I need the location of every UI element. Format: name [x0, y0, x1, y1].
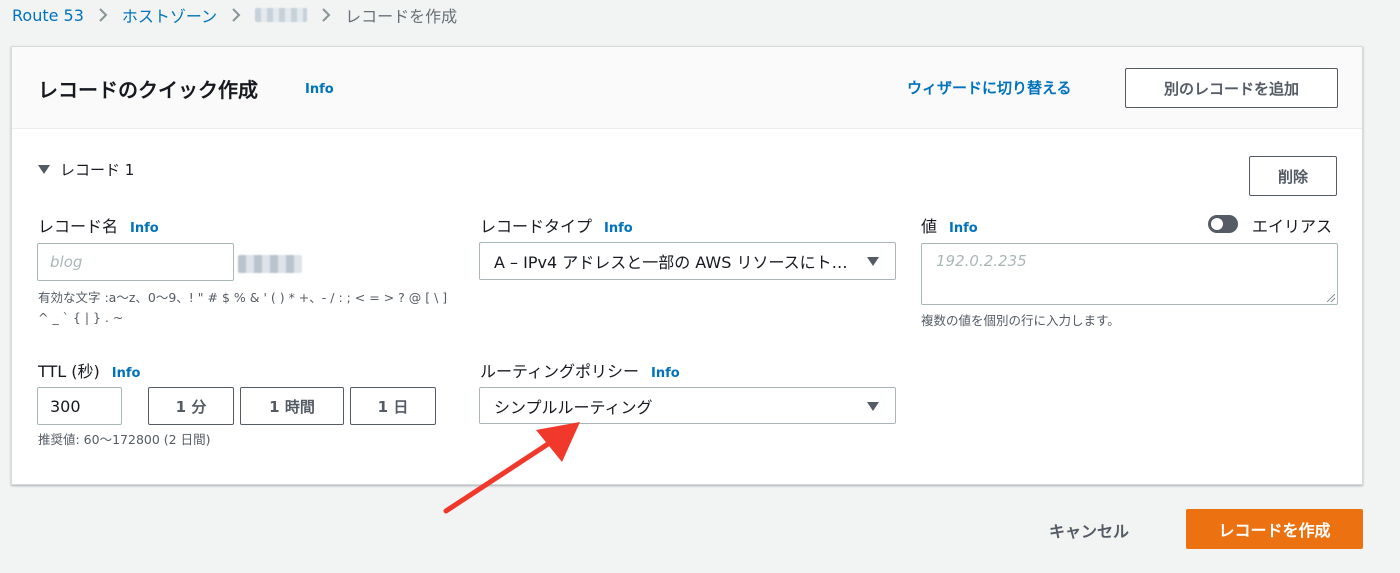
delete-record-button[interactable]: 削除	[1249, 156, 1337, 196]
chevron-right-icon	[321, 7, 331, 23]
record-type-selected: A – IPv4 アドレスと一部の AWS リソースにトラフィックをルーティング	[494, 253, 859, 272]
ttl-1-day-button[interactable]: 1 日	[350, 387, 436, 425]
value-placeholder: 192.0.2.235	[936, 252, 1027, 270]
quick-create-card: レコードのクイック作成 Info ウィザードに切り替える 別のレコードを追加 レ…	[11, 46, 1363, 485]
record-name-info-link[interactable]: Info	[130, 221, 159, 236]
caret-down-icon	[38, 165, 50, 174]
record-type-label-text: レコードタイプ	[480, 217, 593, 236]
breadcrumb-hosted-zones[interactable]: ホストゾーン	[122, 3, 217, 27]
value-hint: 複数の値を個別の行に入力します。	[921, 313, 1120, 328]
create-record-button[interactable]: レコードを作成	[1186, 509, 1363, 549]
ttl-info-link[interactable]: Info	[112, 366, 141, 381]
record-type-select[interactable]: A – IPv4 アドレスと一部の AWS リソースにトラフィックをルーティング	[479, 242, 896, 280]
add-another-record-button[interactable]: 別のレコードを追加	[1125, 68, 1338, 108]
alias-toggle-knob	[1211, 218, 1223, 230]
resize-grip-icon[interactable]	[1327, 294, 1335, 302]
ttl-1-hour-button[interactable]: 1 時間	[240, 387, 344, 425]
breadcrumb-create-record: レコードを作成	[345, 7, 458, 26]
card-header: レコードのクイック作成 Info ウィザードに切り替える 別のレコードを追加	[12, 47, 1362, 129]
value-info-link[interactable]: Info	[949, 221, 978, 236]
page-title: レコードのクイック作成	[38, 78, 258, 102]
ttl-value: 300	[50, 396, 81, 416]
breadcrumb-route53[interactable]: Route 53	[12, 6, 84, 25]
chevron-right-icon	[98, 7, 108, 23]
record-name-placeholder: blog	[50, 253, 83, 271]
routing-policy-label: ルーティングポリシー Info	[480, 358, 680, 382]
ttl-hint: 推奨値: 60〜172800 (2 日間)	[38, 432, 211, 447]
record-name-label: レコード名 Info	[38, 213, 159, 237]
routing-policy-select[interactable]: シンプルルーティング	[479, 387, 896, 424]
routing-policy-selected: シンプルルーティング	[494, 397, 653, 417]
domain-suffix-redacted	[238, 255, 302, 273]
ttl-label: TTL (秒) Info	[38, 358, 140, 382]
chevron-right-icon	[231, 7, 241, 23]
record-name-hint: 有効な文字 :a〜z、0〜9、! " # $ % & ' ( ) * +、- /…	[38, 290, 448, 325]
breadcrumb-domain-redacted[interactable]	[255, 8, 308, 22]
caret-down-icon	[867, 257, 879, 266]
routing-policy-label-text: ルーティングポリシー	[480, 362, 640, 381]
value-label-text: 値	[921, 217, 938, 236]
ttl-label-text: TTL (秒)	[38, 362, 100, 381]
caret-down-icon	[867, 401, 879, 411]
record-type-info-link[interactable]: Info	[604, 221, 633, 236]
ttl-1-minute-button[interactable]: 1 分	[148, 387, 234, 425]
header-info-link[interactable]: Info	[305, 82, 334, 97]
record-name-input[interactable]: blog	[37, 243, 234, 281]
record-name-label-text: レコード名	[38, 217, 119, 236]
alias-label: エイリアス	[1252, 217, 1333, 236]
value-textarea[interactable]: 192.0.2.235	[921, 243, 1338, 305]
switch-to-wizard-link[interactable]: ウィザードに切り替える	[907, 77, 1072, 98]
breadcrumb: Route 53 ホストゾーン レコードを作成	[12, 3, 458, 27]
alias-toggle[interactable]	[1208, 215, 1238, 233]
record-type-label: レコードタイプ Info	[480, 213, 633, 237]
record-section-title: レコード 1	[60, 161, 135, 179]
ttl-input[interactable]: 300	[37, 387, 122, 425]
routing-policy-info-link[interactable]: Info	[651, 366, 680, 381]
value-label: 値 Info	[921, 213, 978, 237]
record-section-toggle[interactable]: レコード 1	[38, 159, 134, 180]
cancel-button[interactable]: キャンセル	[1049, 518, 1129, 542]
